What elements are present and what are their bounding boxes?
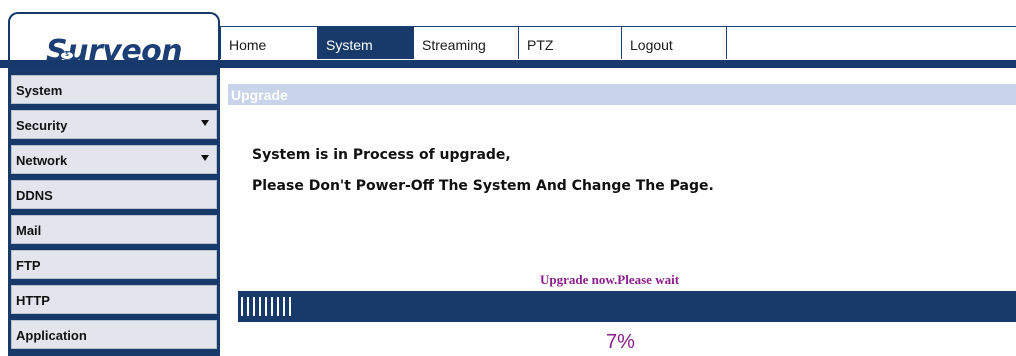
sidebar-item-http[interactable]: HTTP [11, 285, 217, 314]
sidebar-item-application[interactable]: Application [11, 320, 217, 349]
sidebar-item-label: Network [16, 153, 68, 168]
progress-percent-label: 7% [606, 331, 635, 353]
sidebar-item-label: Mail [16, 223, 42, 238]
sidebar-item-security[interactable]: Security [11, 110, 217, 139]
sidebar-item-system[interactable]: System [11, 75, 217, 104]
sidebar-item-label: DDNS [16, 188, 53, 203]
progress-tick [277, 297, 279, 316]
sidebar-item-network[interactable]: Network [11, 145, 217, 174]
sidebar-item-ddns[interactable]: DDNS [11, 180, 217, 209]
sidebar-item-ftp[interactable]: FTP [11, 250, 217, 279]
sidebar-item-mail[interactable]: Mail [11, 215, 217, 244]
logo-mark-icon: S [60, 51, 74, 60]
top-navigation: Home System Streaming PTZ Logout [220, 26, 1016, 59]
tab-system[interactable]: System [318, 27, 414, 59]
sidebar-item-label: Security [16, 118, 68, 133]
progress-tick [271, 297, 273, 316]
progress-fill [241, 297, 291, 316]
upgrade-progress-bar [238, 291, 1016, 322]
progress-tick [253, 297, 255, 316]
progress-tick [247, 297, 249, 316]
progress-tick [241, 297, 243, 316]
upgrade-wait-text: Upgrade now.Please wait [540, 272, 680, 287]
sidebar-item-label: System [16, 83, 63, 98]
tab-ptz[interactable]: PTZ [519, 27, 622, 59]
dropdown-arrow-icon[interactable] [201, 155, 209, 161]
tab-logout[interactable]: Logout [622, 27, 727, 59]
upgrade-message-line2: Please Don't Power-Off The System And Ch… [252, 178, 714, 194]
sidebar-item-label: HTTP [16, 293, 50, 308]
header-divider-bar [0, 60, 1016, 68]
dropdown-arrow-icon[interactable] [201, 120, 209, 126]
sidebar-item-label: FTP [16, 258, 41, 273]
progress-tick [283, 297, 285, 316]
tab-home[interactable]: Home [221, 27, 318, 59]
section-title-bar: Upgrade [228, 84, 1016, 105]
upgrade-message-line1: System is in Process of upgrade, [252, 147, 511, 163]
sidebar-item-label: Application [16, 328, 87, 343]
tab-streaming[interactable]: Streaming [414, 27, 519, 59]
progress-tick [265, 297, 267, 316]
sidebar: System Security Network DDNS Mail FTP HT… [8, 68, 220, 356]
progress-tick [259, 297, 261, 316]
progress-tick [289, 297, 291, 316]
